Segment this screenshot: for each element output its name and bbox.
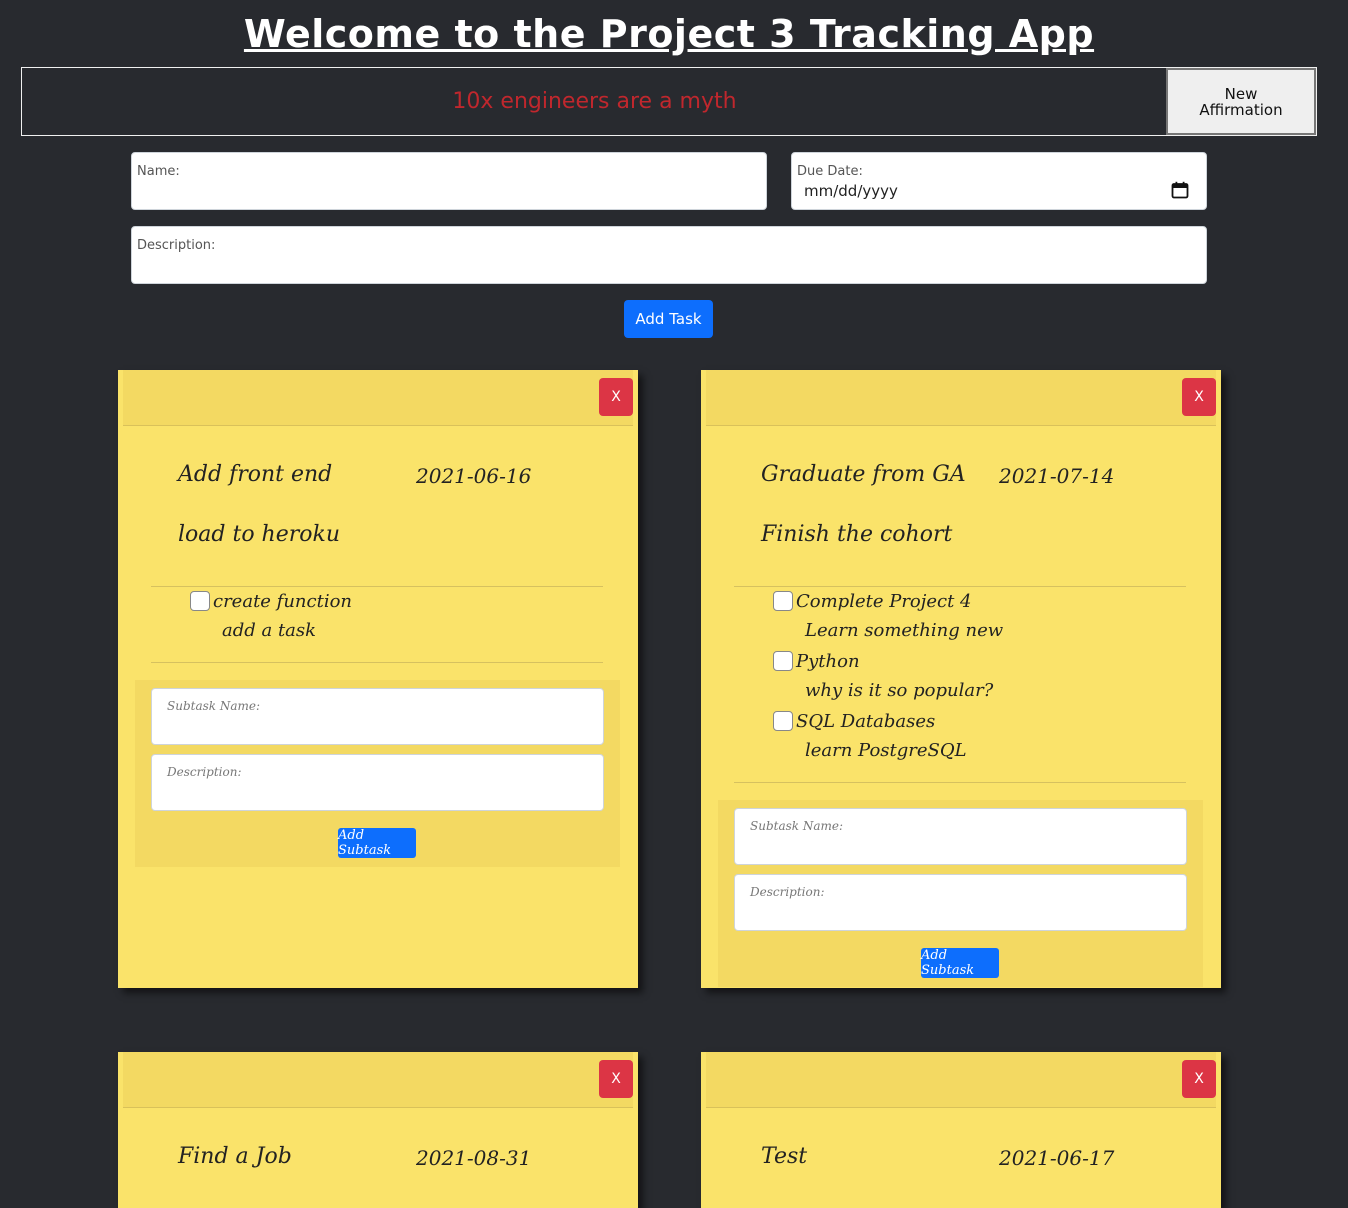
subtask-description: why is it so popular? xyxy=(805,680,994,701)
subtask-row: create function xyxy=(190,589,352,613)
delete-task-button[interactable]: X xyxy=(1182,1060,1216,1098)
subtask-description-label: Description: xyxy=(750,885,825,899)
subtask-checkbox[interactable] xyxy=(773,591,793,611)
task-description: load to heroku xyxy=(178,522,341,547)
task-due-date: 2021-07-14 xyxy=(999,464,1115,488)
task-name: Graduate from GA xyxy=(761,462,966,487)
subtask-checkbox[interactable] xyxy=(773,711,793,731)
subtask-form: Subtask Name: Description: Add Subtask xyxy=(718,800,1203,987)
task-name: Find a Job xyxy=(178,1144,292,1169)
divider xyxy=(151,662,603,663)
task-name-field[interactable]: Name: xyxy=(131,152,767,210)
subtask-name-field[interactable]: Subtask Name: xyxy=(734,808,1187,865)
subtask-form: Subtask Name: Description: Add Subtask xyxy=(135,680,620,867)
affirmation-text: 10x engineers are a myth xyxy=(452,89,737,114)
subtask-row: SQL Databases xyxy=(773,709,935,733)
task-due-date: 2021-06-17 xyxy=(999,1146,1115,1170)
page: Welcome to the Project 3 Tracking App 10… xyxy=(0,0,1348,1208)
new-affirmation-button[interactable]: New Affirmation xyxy=(1166,68,1316,135)
due-date-field[interactable]: Due Date: mm/dd/yyyy xyxy=(791,152,1207,210)
add-task-button[interactable]: Add Task xyxy=(624,300,713,338)
page-title: Welcome to the Project 3 Tracking App xyxy=(243,12,1095,56)
card-header: X xyxy=(123,370,633,426)
subtask-name: SQL Databases xyxy=(796,710,936,732)
subtask-name: Python xyxy=(796,650,860,672)
delete-task-button[interactable]: X xyxy=(599,1060,633,1098)
task-card: X Test 2021-06-17 xyxy=(701,1052,1221,1208)
new-affirmation-label: New Affirmation xyxy=(1199,84,1283,119)
divider xyxy=(734,782,1186,783)
delete-task-button[interactable]: X xyxy=(1182,378,1216,416)
subtask-name-label: Subtask Name: xyxy=(167,699,261,713)
description-field[interactable]: Description: xyxy=(131,226,1207,284)
subtask-checkbox[interactable] xyxy=(190,591,210,611)
task-due-date: 2021-06-16 xyxy=(416,464,532,488)
description-label: Description: xyxy=(137,238,216,253)
subtask-description: learn PostgreSQL xyxy=(805,740,967,761)
subtask-name-field[interactable]: Subtask Name: xyxy=(151,688,604,745)
task-description: Finish the cohort xyxy=(761,522,953,547)
subtask-row: Python xyxy=(773,649,860,673)
task-due-date: 2021-08-31 xyxy=(416,1146,532,1170)
divider xyxy=(734,586,1186,587)
subtask-name-label: Subtask Name: xyxy=(750,819,844,833)
calendar-icon[interactable] xyxy=(1171,181,1189,199)
task-card: X Graduate from GA 2021-07-14 Finish the… xyxy=(701,370,1221,988)
task-name: Add front end xyxy=(178,462,333,487)
affirmation-bar: 10x engineers are a myth New Affirmation xyxy=(21,67,1317,136)
add-subtask-button[interactable]: Add Subtask xyxy=(921,948,999,978)
subtask-description-label: Description: xyxy=(167,765,242,779)
task-name: Test xyxy=(761,1144,808,1169)
due-date-label: Due Date: xyxy=(797,164,863,179)
subtask-description-field[interactable]: Description: xyxy=(151,754,604,811)
subtask-name: Complete Project 4 xyxy=(796,590,972,612)
card-header: X xyxy=(123,1052,633,1108)
subtask-row: Complete Project 4 xyxy=(773,589,972,613)
card-header: X xyxy=(706,1052,1216,1108)
subtask-description: add a task xyxy=(222,620,317,641)
card-header: X xyxy=(706,370,1216,426)
subtask-description-field[interactable]: Description: xyxy=(734,874,1187,931)
add-subtask-button[interactable]: Add Subtask xyxy=(338,828,416,858)
subtask-description: Learn something new xyxy=(805,620,1004,641)
due-date-value: mm/dd/yyyy xyxy=(804,182,898,200)
subtask-name: create function xyxy=(213,590,353,612)
task-card: X Add front end 2021-06-16 load to herok… xyxy=(118,370,638,988)
task-name-label: Name: xyxy=(137,164,180,179)
task-card: X Find a Job 2021-08-31 xyxy=(118,1052,638,1208)
subtask-checkbox[interactable] xyxy=(773,651,793,671)
divider xyxy=(151,586,603,587)
delete-task-button[interactable]: X xyxy=(599,378,633,416)
